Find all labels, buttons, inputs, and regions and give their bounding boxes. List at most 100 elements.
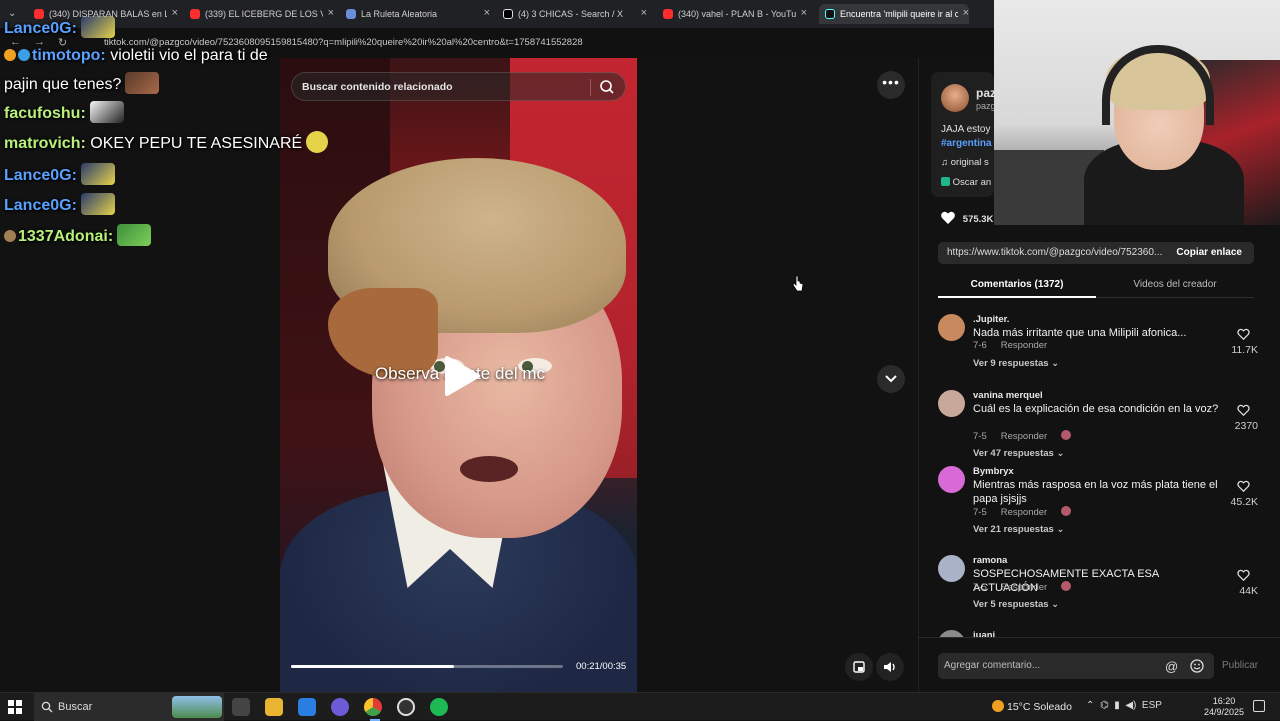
comment-avatar[interactable] xyxy=(938,314,965,341)
close-tab-icon[interactable]: × xyxy=(484,7,490,19)
windows-start-icon[interactable] xyxy=(8,700,22,714)
pip-button[interactable] xyxy=(845,653,873,681)
weather-widget[interactable]: 15°C Soleado xyxy=(992,700,1072,713)
publish-button[interactable]: Publicar xyxy=(1222,660,1258,671)
taskbar-search[interactable]: Buscar xyxy=(34,693,224,721)
comment-meta: 7-6 Responder xyxy=(973,340,1047,351)
network-icon[interactable]: ⌬ xyxy=(1100,700,1109,711)
comment-like-icon[interactable] xyxy=(1237,569,1250,581)
video-progress-bar[interactable] xyxy=(291,665,563,668)
browser-tab[interactable]: La Ruleta Aleatoria × xyxy=(346,4,490,24)
reply-button[interactable]: Responder xyxy=(1001,582,1047,593)
comment-username[interactable]: Bymbryx xyxy=(973,466,1014,477)
comment-like-count: 45.2K xyxy=(1230,496,1258,508)
chat-username[interactable]: facufoshu xyxy=(4,105,80,122)
author-avatar[interactable] xyxy=(941,84,969,112)
discord-icon[interactable] xyxy=(331,698,349,716)
related-search-input[interactable]: Buscar contenido relacionado xyxy=(291,72,626,101)
language-indicator[interactable]: ESP xyxy=(1142,700,1162,711)
chat-emote-icon xyxy=(125,72,160,94)
search-icon xyxy=(41,701,53,713)
file-explorer-icon[interactable] xyxy=(265,698,283,716)
chevron-down-icon: ⌄ xyxy=(1053,524,1065,535)
comment-like-icon[interactable] xyxy=(1237,480,1250,492)
view-replies-button[interactable]: Ver 5 respuestas ⌄ xyxy=(973,599,1059,610)
chat-username[interactable]: timotopo xyxy=(32,47,100,64)
volume-button[interactable] xyxy=(876,653,904,681)
play-icon[interactable] xyxy=(441,355,481,397)
emoji-icon[interactable] xyxy=(1190,659,1204,673)
reply-button[interactable]: Responder xyxy=(1001,340,1047,351)
chevron-down-icon: ⌄ xyxy=(1048,358,1060,369)
microphone-icon[interactable]: ▮ xyxy=(1114,700,1120,711)
search-highlight-image xyxy=(172,696,222,718)
comment-like-count: 2370 xyxy=(1234,420,1258,432)
video-time: 00:21/00:35 xyxy=(576,661,627,672)
share-link-url[interactable]: https://www.tiktok.com/@pazgco/video/752… xyxy=(947,247,1169,258)
comment-avatar[interactable] xyxy=(938,555,965,582)
next-video-button[interactable] xyxy=(877,365,905,393)
comment-like-icon[interactable] xyxy=(1237,328,1250,340)
tab-creator-videos[interactable]: Videos del creador xyxy=(1096,274,1254,298)
like-button[interactable]: 575.3K xyxy=(940,210,993,225)
search-icon[interactable] xyxy=(599,79,615,95)
close-tab-icon[interactable]: × xyxy=(328,7,334,19)
more-options-button[interactable]: ••• xyxy=(877,71,905,99)
view-replies-button[interactable]: Ver 9 respuestas ⌄ xyxy=(973,358,1059,369)
close-tab-icon[interactable]: × xyxy=(172,7,178,19)
tray-chevron-up-icon[interactable]: ⌃ xyxy=(1086,700,1094,711)
chat-message: pajin que tenes? xyxy=(4,72,160,94)
taskbar-search-label: Buscar xyxy=(58,701,93,713)
browser-tab-label: (339) EL ICEBERG DE LOS VIDEO xyxy=(205,9,323,19)
close-tab-icon[interactable]: × xyxy=(641,7,647,19)
browser-tab[interactable]: (4) 3 CHICAS - Search / X × xyxy=(503,4,647,24)
weather-text: 15°C Soleado xyxy=(1007,701,1072,713)
comment-avatar[interactable] xyxy=(938,466,965,493)
obs-icon[interactable] xyxy=(397,698,415,716)
copy-link-button[interactable]: Copiar enlace xyxy=(1176,247,1242,258)
volume-icon[interactable]: ◀) xyxy=(1125,700,1136,711)
chat-text: violetii vio el para ti de xyxy=(105,47,268,64)
chrome-icon[interactable] xyxy=(364,698,382,716)
notifications-icon[interactable] xyxy=(1253,700,1265,712)
comment-like-icon[interactable] xyxy=(1237,404,1250,416)
hashtag-link[interactable]: #argentina xyxy=(941,138,992,149)
sound-row[interactable]: ♫ original s xyxy=(941,157,989,168)
collab-row[interactable]: Oscar an xyxy=(941,177,991,188)
comment-avatar[interactable] xyxy=(938,390,965,417)
author-name[interactable]: paz xyxy=(976,86,996,100)
sound-name: original s xyxy=(950,157,989,168)
browser-tab[interactable]: (339) EL ICEBERG DE LOS VIDEO × xyxy=(190,4,334,24)
task-view-icon[interactable] xyxy=(232,698,250,716)
comment-item: vanina merquel Cuál es la explicación de … xyxy=(938,390,1258,460)
mention-icon[interactable]: @ xyxy=(1165,659,1178,674)
spotify-icon[interactable] xyxy=(430,698,448,716)
chat-username[interactable]: Lance0G xyxy=(4,197,72,214)
youtube-icon xyxy=(34,9,44,19)
store-icon[interactable] xyxy=(298,698,316,716)
clock-time: 16:20 xyxy=(1212,696,1236,706)
view-replies-button[interactable]: Ver 47 respuestas ⌄ xyxy=(973,448,1064,459)
browser-tab-label: La Ruleta Aleatoria xyxy=(361,9,438,19)
system-tray[interactable]: ⌃ ⌬ ▮ ◀) ESP xyxy=(1086,700,1162,711)
browser-tab[interactable]: (340) DISPARAN BALAS en LA C × xyxy=(34,4,178,24)
browser-tab[interactable]: Encuentra 'mlipili queire ir al ce × xyxy=(819,4,969,24)
chat-text: OKEY PEPU TE ASESINARÉ xyxy=(85,135,303,152)
comment-username[interactable]: .Jupiter. xyxy=(973,314,1009,325)
browser-tab[interactable]: (340) vahel - PLAN B - YouTube × xyxy=(663,4,807,24)
chat-badge-icon xyxy=(18,49,30,61)
reply-button[interactable]: Responder xyxy=(1001,507,1047,518)
chat-message: 1337Adonai: xyxy=(4,224,152,246)
volume-icon xyxy=(884,662,895,672)
chat-username[interactable]: 1337Adonai xyxy=(18,228,108,245)
reply-button[interactable]: Responder xyxy=(1001,431,1047,442)
chat-username[interactable]: matrovich xyxy=(4,135,80,152)
chat-username[interactable]: Lance0G xyxy=(4,167,72,184)
comment-username[interactable]: vanina merquel xyxy=(973,390,1043,401)
close-tab-icon[interactable]: × xyxy=(801,7,807,19)
view-replies-button[interactable]: Ver 21 respuestas ⌄ xyxy=(973,524,1064,535)
close-tab-icon[interactable]: × xyxy=(963,7,969,19)
system-clock[interactable]: 16:20 24/9/2025 xyxy=(1204,696,1244,718)
tab-comments[interactable]: Comentarios (1372) xyxy=(938,274,1096,298)
comment-username[interactable]: ramona xyxy=(973,555,1007,566)
